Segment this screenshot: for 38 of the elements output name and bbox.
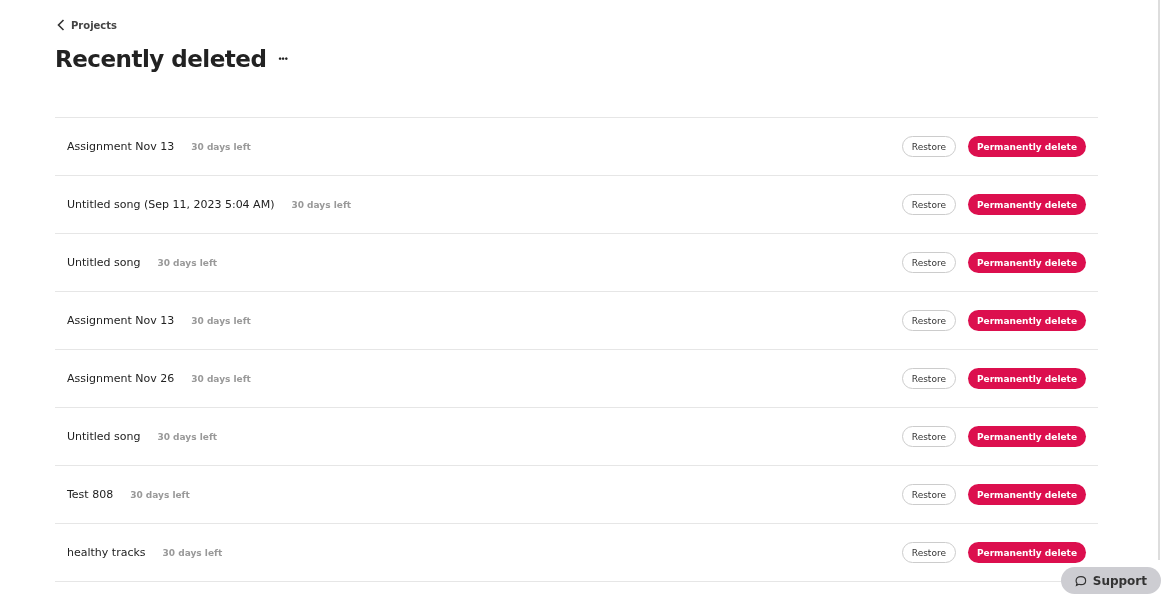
time-left-label: 30 days left [191,141,251,152]
back-link[interactable]: Projects [55,17,117,33]
support-button[interactable]: Support [1061,567,1161,594]
permanently-delete-button[interactable]: Permanently delete [967,310,1086,331]
permanently-delete-button[interactable]: Permanently delete [967,426,1086,447]
restore-button[interactable]: Restore [901,542,956,563]
permanently-delete-button[interactable]: Permanently delete [967,194,1086,215]
permanently-delete-button[interactable]: Permanently delete [967,136,1086,157]
time-left-label: 30 days left [130,489,190,500]
time-left-label: 30 days left [162,547,223,558]
time-left-label: 30 days left [191,373,251,384]
permanently-delete-button[interactable]: Permanently delete [967,368,1086,389]
project-name: Untitled song [67,256,141,269]
project-name: healthy tracks [67,546,146,559]
project-name: Test 808 [67,488,114,501]
restore-button[interactable]: Restore [901,252,956,273]
permanently-delete-button[interactable]: Permanently delete [967,542,1086,563]
scrollbar[interactable] [1158,0,1160,560]
project-name: Assignment Nov 13 [67,314,175,327]
chevron-left-icon [57,19,65,31]
page-title: Recently deleted [55,46,267,72]
project-name: Untitled song [67,430,141,443]
permanently-delete-button[interactable]: Permanently delete [967,252,1086,273]
restore-button[interactable]: Restore [901,484,956,505]
time-left-label: 30 days left [191,315,251,326]
time-left-label: 30 days left [291,199,352,210]
permanently-delete-button[interactable]: Permanently delete [967,484,1086,505]
restore-button[interactable]: Restore [901,368,956,389]
more-button[interactable]: ••• [278,54,288,64]
project-name: Assignment Nov 13 [67,140,175,153]
restore-button[interactable]: Restore [901,136,956,157]
restore-button[interactable]: Restore [901,310,956,331]
project-name: Untitled song (Sep 11, 2023 5:04 AM) [67,198,275,211]
restore-button[interactable]: Restore [901,194,956,215]
time-left-label: 30 days left [157,431,218,442]
project-name: Assignment Nov 26 [67,372,175,385]
restore-button[interactable]: Restore [901,426,956,447]
time-left-label: 30 days left [157,257,218,268]
